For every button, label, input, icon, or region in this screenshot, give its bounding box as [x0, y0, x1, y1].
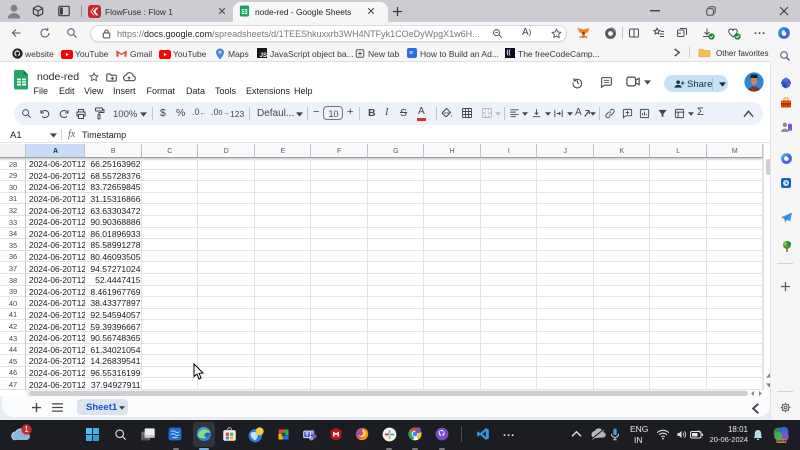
- svg-text:1: 1: [24, 425, 29, 434]
